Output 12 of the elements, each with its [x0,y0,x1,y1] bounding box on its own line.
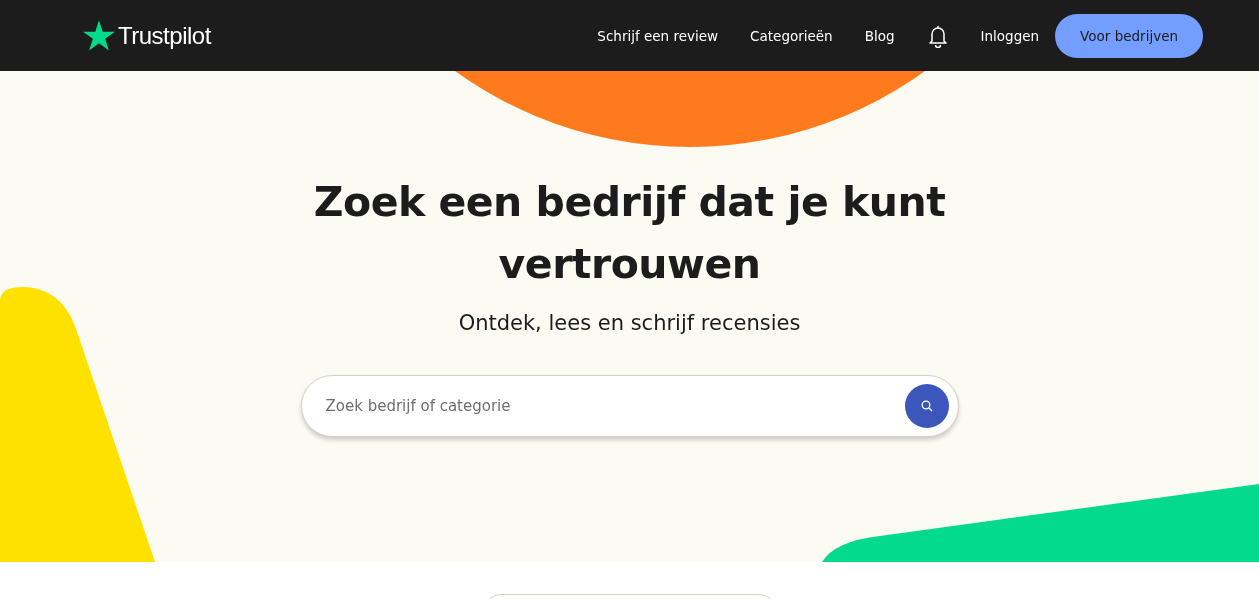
star-icon [83,20,115,51]
trustpilot-logo[interactable]: Trustpilot [83,20,211,51]
hero-subtitle: Ontdek, lees en schrijf recensies [458,311,801,335]
nav-link[interactable]: Blog [864,27,895,44]
login-link[interactable]: Inloggen [980,27,1040,44]
nav-link[interactable]: Categorieën [750,27,833,44]
nav-link[interactable]: Schrijf een review [597,27,719,44]
search-icon [920,400,933,412]
business-button[interactable]: Voor bedrijven [1055,13,1203,58]
hero-title: Zoek een bedrijf dat je kunt vertrouwen [312,177,947,290]
bell-icon[interactable] [926,23,949,48]
search-field[interactable]: Zoek bedrijf of categorie [300,375,959,437]
